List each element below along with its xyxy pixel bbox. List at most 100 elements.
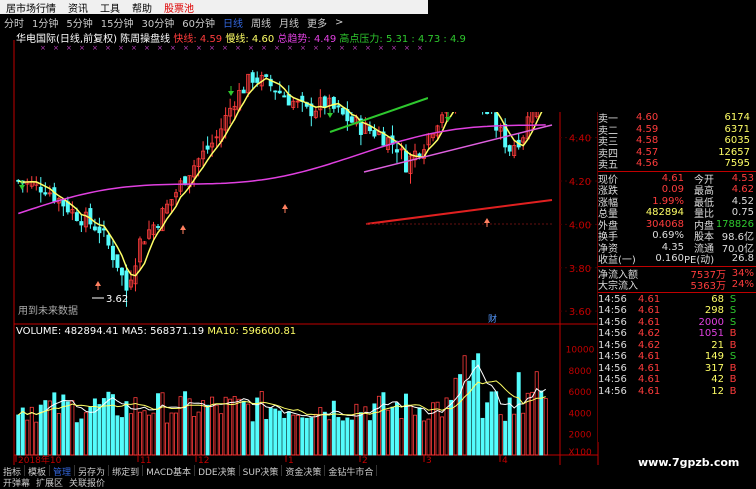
signal-x-marker: × <box>326 44 332 52</box>
candle-body <box>282 95 287 98</box>
tick-side: S <box>729 305 737 317</box>
volume-bar <box>88 406 93 456</box>
tick-side: B <box>729 385 737 397</box>
volume-bar <box>160 392 165 456</box>
bottom-tab-4[interactable]: 绑定到 <box>109 465 144 478</box>
volume-bar <box>65 401 70 456</box>
signal-x-marker: × <box>183 44 189 52</box>
volume-bar <box>92 398 97 456</box>
volume-bar <box>196 411 201 456</box>
period-tab-9[interactable]: 更多 <box>303 15 331 30</box>
bottom-tab-3[interactable]: 另存为 <box>75 465 110 478</box>
sell-signal-icon <box>19 185 25 190</box>
tick-volume: 12 <box>711 385 724 397</box>
bottom-tab-6[interactable]: DDE决策 <box>195 465 240 478</box>
volume-bar <box>394 402 399 456</box>
signal-x-marker: × <box>313 44 319 52</box>
tick-volume: 1051 <box>698 328 724 340</box>
volume-bar <box>358 412 363 456</box>
signal-x-marker: × <box>261 44 267 52</box>
bottom-tab-0[interactable]: 指标 <box>0 465 26 478</box>
volume-bar <box>327 419 332 456</box>
candle-body <box>38 186 43 193</box>
volume-bar <box>219 413 224 456</box>
menu-item-0[interactable]: 居市场行情 <box>0 0 62 15</box>
period-tab-10[interactable]: > <box>331 17 347 28</box>
period-tab-3[interactable]: 15分钟 <box>97 15 138 30</box>
menu-item-stock-pool[interactable]: 股票池 <box>158 0 200 15</box>
bottom-tab-5[interactable]: MACD基本 <box>143 465 196 478</box>
volume-bar <box>119 417 124 456</box>
volume-bar <box>255 397 260 456</box>
volume-bar <box>178 396 183 456</box>
volume-bar <box>453 377 458 456</box>
support-line <box>365 199 553 225</box>
volume-bar <box>367 420 372 456</box>
signal-x-marker: × <box>404 44 410 52</box>
tick-price: 4.61 <box>638 362 661 374</box>
bottom-tab-1[interactable]: 模板 <box>25 465 51 478</box>
bottom-tab-2[interactable]: 管理 <box>50 465 76 478</box>
period-tab-2[interactable]: 5分钟 <box>62 15 96 30</box>
bottom-tab-8[interactable]: 资金决策 <box>282 465 326 478</box>
candle-body <box>61 199 66 207</box>
signal-x-marker: × <box>118 44 124 52</box>
ext-tab-2[interactable]: 关联报价 <box>66 476 108 489</box>
candle-body <box>124 270 129 291</box>
tick-row-7: 14:56 4.61 42 B <box>598 374 756 386</box>
tick-time: 14:56 <box>598 374 627 386</box>
tick-row-3: 14:56 4.62 1051 B <box>598 328 756 340</box>
volume-bar <box>404 393 408 456</box>
stat-value-2: 4.52 <box>731 195 754 207</box>
period-tab-6[interactable]: 日线 <box>219 15 247 30</box>
volume-bar <box>232 396 237 456</box>
volume-bar <box>376 395 381 456</box>
menu-item-1[interactable]: 资讯 <box>62 0 94 15</box>
volume-bar <box>458 374 463 456</box>
finance-marker: 财 <box>488 313 497 325</box>
tick-time: 14:56 <box>598 362 627 374</box>
volume-bar <box>408 405 413 456</box>
fast-line-value: 快线: 4.59 <box>173 34 223 45</box>
volume-bar <box>462 355 467 456</box>
volume-bar <box>503 420 508 456</box>
period-bar: 分时 1分钟 5分钟 15分钟 30分钟 60分钟 日线 周线 月线 更多 > <box>0 15 348 30</box>
tick-volume: 149 <box>704 351 724 363</box>
signal-x-marker: × <box>66 44 72 52</box>
candle-body <box>74 212 79 221</box>
volume-bar <box>43 400 48 456</box>
volume-bar <box>223 396 228 456</box>
period-tab-1[interactable]: 1分钟 <box>28 15 62 30</box>
period-tab-7[interactable]: 周线 <box>247 15 275 30</box>
volume-bar <box>399 418 404 456</box>
period-tab-4[interactable]: 30分钟 <box>137 15 178 30</box>
stat-value: 1.99% <box>652 195 684 207</box>
period-tab-5[interactable]: 60分钟 <box>178 15 219 30</box>
ma10-value: MA10: 596600.81 <box>207 326 297 337</box>
candle-body <box>115 254 120 268</box>
stat-row-7: 收益(一) 0.160 PE(动) 26.8 <box>598 253 756 266</box>
signal-x-marker: × <box>417 44 423 52</box>
volume-axis-label: 6000 <box>569 388 592 398</box>
period-tab-8[interactable]: 月线 <box>275 15 303 30</box>
volume-bar <box>507 397 512 456</box>
volume-bar <box>128 413 133 456</box>
signal-x-marker: × <box>339 44 345 52</box>
tick-volume: 42 <box>711 374 724 386</box>
bottom-tab-9[interactable]: 金钻牛市合 <box>325 465 378 478</box>
menu-item-2[interactable]: 工具 <box>94 0 126 15</box>
stat-value-2: 0.75 <box>731 207 754 219</box>
volume-bar <box>79 418 84 456</box>
ext-tab-0[interactable]: 开弹幕 <box>0 476 33 489</box>
future-data-note: 用到未来数据 <box>18 304 78 317</box>
menu-item-3[interactable]: 帮助 <box>126 0 158 15</box>
bottom-tab-7[interactable]: SUP决策 <box>240 465 283 478</box>
period-tab-0[interactable]: 分时 <box>0 15 28 30</box>
candle-body <box>336 105 341 108</box>
tick-volume: 2000 <box>698 316 724 328</box>
candle-body <box>372 130 377 137</box>
sell-signal-icon <box>228 91 234 96</box>
volume-bar <box>61 394 66 456</box>
ext-tab-1[interactable]: 扩展区 <box>33 476 66 489</box>
volume-bar <box>115 415 120 456</box>
